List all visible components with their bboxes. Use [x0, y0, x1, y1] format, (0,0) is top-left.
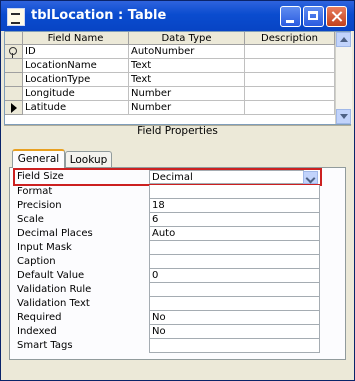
maximize-button[interactable] [303, 6, 324, 27]
property-label: Validation Rule [17, 284, 92, 295]
property-label: Default Value [17, 270, 85, 281]
data-type-header: Data Type [129, 32, 245, 45]
vertical-scrollbar[interactable] [335, 32, 352, 124]
property-label: Precision [17, 200, 62, 211]
description-cell[interactable] [245, 101, 335, 115]
table-design-window: tblLocation : Table Field Name Data Type… [0, 0, 355, 381]
row-selector[interactable] [5, 59, 23, 73]
chevron-down-icon[interactable] [303, 171, 318, 184]
indexed-field[interactable]: No [149, 325, 320, 339]
description-cell[interactable] [245, 87, 335, 101]
validation-rule-field[interactable] [149, 283, 320, 297]
field-name-cell[interactable]: Longitude [23, 87, 129, 101]
description-header: Description [245, 32, 335, 45]
data-type-cell[interactable]: Text [129, 73, 245, 87]
property-label: Scale [17, 214, 44, 225]
close-button[interactable] [326, 6, 347, 27]
row-selector-header [5, 32, 23, 45]
data-type-cell[interactable]: Number [129, 101, 245, 115]
data-type-cell[interactable]: Text [129, 59, 245, 73]
current-row-arrow-icon [11, 103, 17, 113]
field-name-header: Field Name [23, 32, 129, 45]
property-label: Field Size [17, 171, 64, 182]
data-type-cell[interactable]: AutoNumber [129, 45, 245, 59]
tab-lookup[interactable]: Lookup [65, 151, 112, 168]
window-bottom-edge [1, 367, 354, 380]
property-label: Indexed [17, 326, 57, 337]
scroll-up-button[interactable] [336, 32, 351, 47]
field-name-cell[interactable]: Latitude [23, 101, 129, 115]
table-icon [7, 8, 25, 26]
minimize-button[interactable] [280, 6, 301, 27]
property-label: Input Mask [17, 242, 72, 253]
description-cell[interactable] [245, 73, 335, 87]
property-label: Required [17, 312, 62, 323]
field-name-cell[interactable]: LocationName [23, 59, 129, 73]
smart-tags-field[interactable] [149, 339, 320, 353]
default-value-field[interactable]: 0 [149, 269, 320, 283]
field-grid: Field Name Data Type Description ID Auto… [4, 31, 352, 125]
window-title: tblLocation : Table [31, 8, 167, 23]
scroll-down-button[interactable] [336, 109, 351, 124]
row-selector[interactable] [5, 87, 23, 101]
scale-field[interactable]: 6 [149, 213, 320, 227]
property-label: Smart Tags [17, 340, 73, 351]
tab-general[interactable]: General [12, 149, 65, 168]
field-name-cell[interactable]: LocationType [23, 73, 129, 87]
row-selector[interactable] [5, 45, 23, 59]
data-type-cell[interactable]: Number [129, 87, 245, 101]
precision-field[interactable]: 18 [149, 199, 320, 213]
property-label: Validation Text [17, 298, 90, 309]
validation-text-field[interactable] [149, 297, 320, 311]
row-selector[interactable] [5, 101, 23, 115]
primary-key-icon [9, 47, 17, 58]
field-properties-title: Field Properties [137, 125, 218, 137]
format-field[interactable] [149, 185, 320, 199]
property-label: Caption [17, 256, 56, 267]
input-mask-field[interactable] [149, 241, 320, 255]
required-field[interactable]: No [149, 311, 320, 325]
field-size-select[interactable]: Decimal [149, 170, 304, 184]
decimal-places-field[interactable]: Auto [149, 227, 320, 241]
title-bar[interactable]: tblLocation : Table [1, 1, 354, 31]
property-label: Decimal Places [17, 228, 93, 239]
description-cell[interactable] [245, 45, 335, 59]
field-name-cell[interactable]: ID [23, 45, 129, 59]
property-label: Format [17, 186, 53, 197]
caption-field[interactable] [149, 255, 320, 269]
description-cell[interactable] [245, 59, 335, 73]
row-selector[interactable] [5, 73, 23, 87]
